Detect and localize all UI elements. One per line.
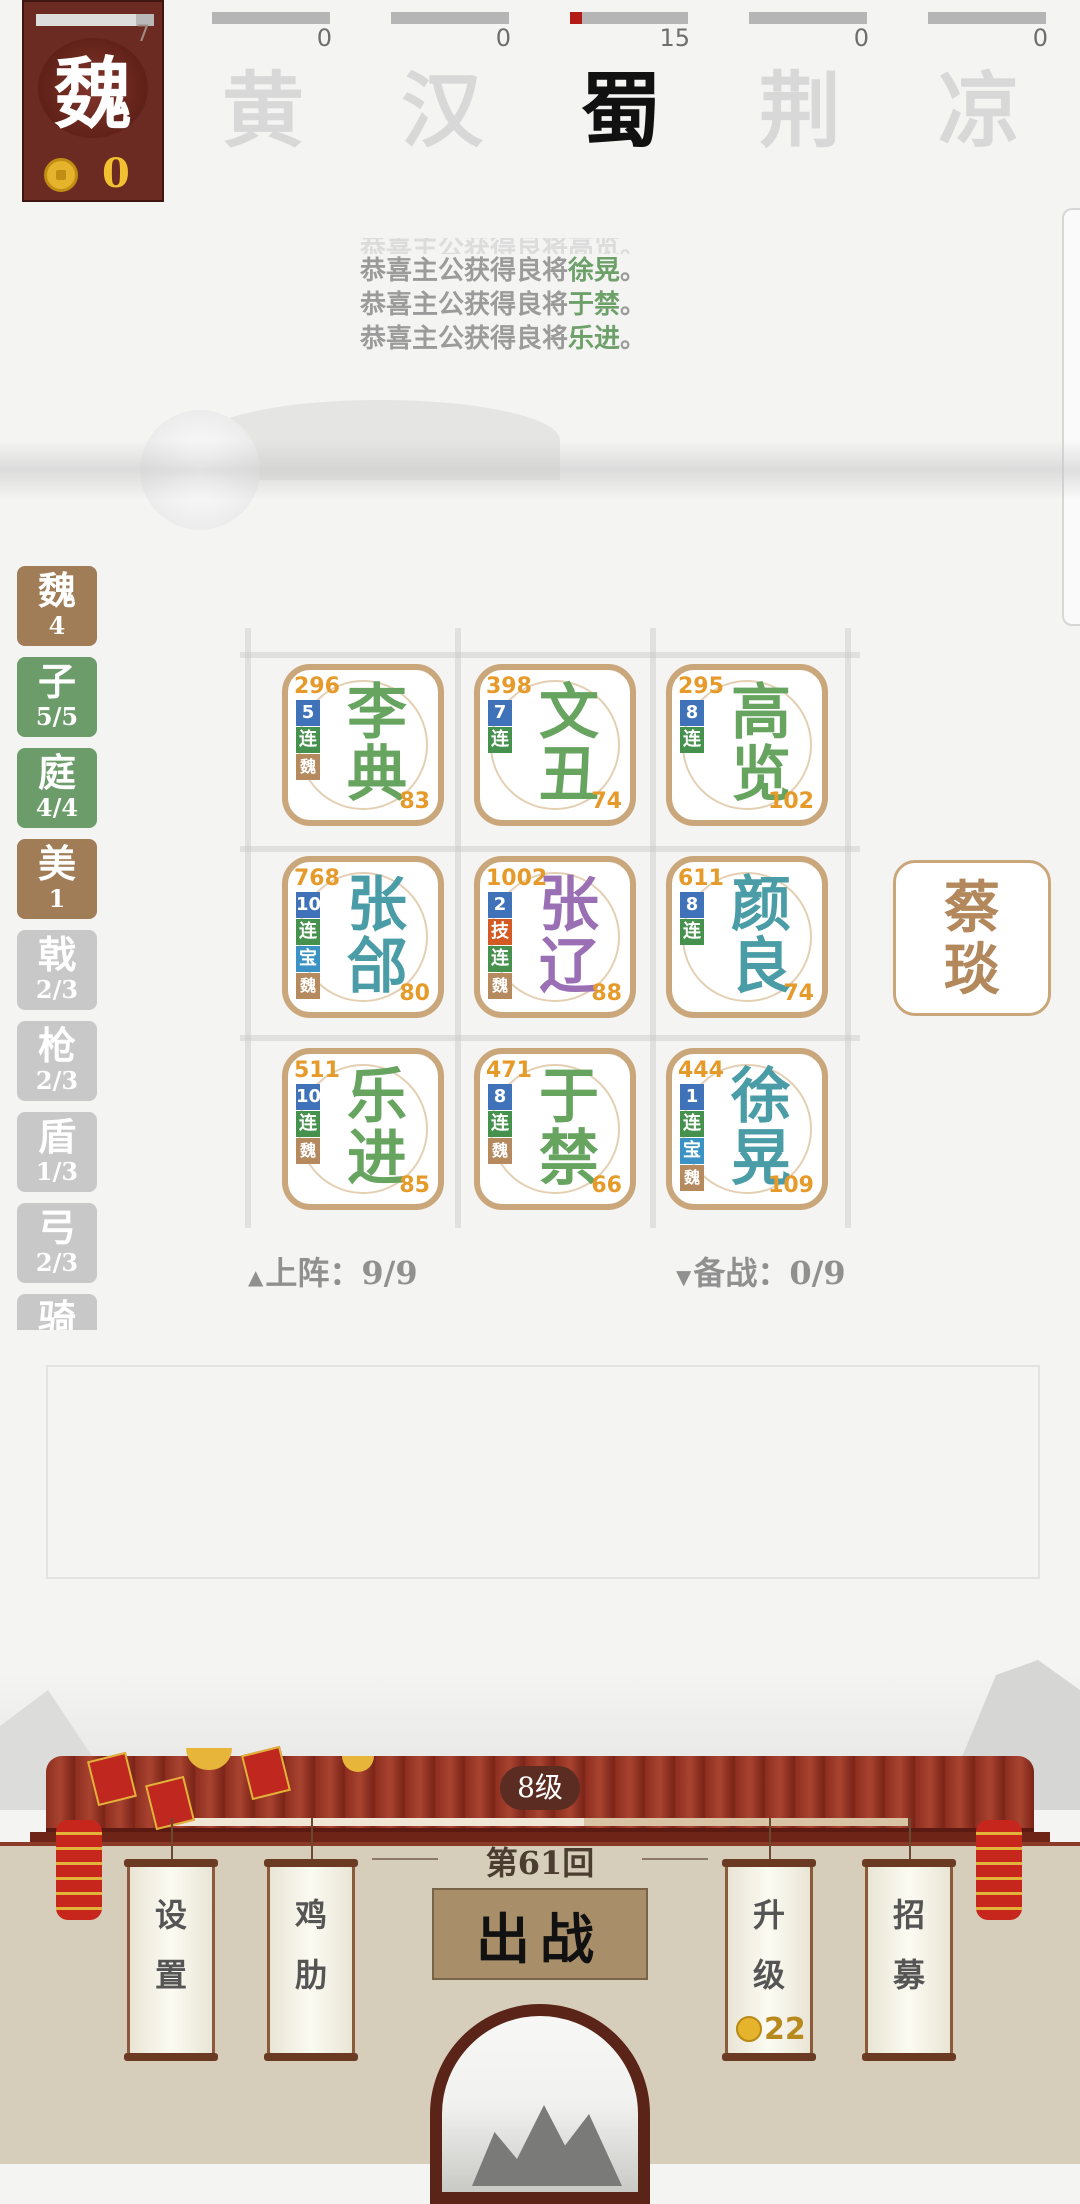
general-level: 80 bbox=[399, 981, 430, 1006]
general-name: 李典 bbox=[347, 678, 407, 810]
firecracker-icon bbox=[976, 1820, 1022, 1920]
synergy-tag-ji[interactable]: 戟 2/3 bbox=[17, 930, 97, 1010]
general-name: 乐进 bbox=[347, 1062, 407, 1194]
faction-count: 0 bbox=[495, 24, 511, 52]
synergy-tag-dun[interactable]: 盾 1/3 bbox=[17, 1112, 97, 1192]
round-counter: 第61回 bbox=[372, 1838, 708, 1884]
faction-name: 汉 bbox=[401, 63, 484, 159]
active-lineup-counter: ▲上阵：9/9 bbox=[248, 1254, 418, 1292]
general-card-zhang-liao[interactable]: 1002 2 技 连3 魏 张辽 88 bbox=[474, 856, 636, 1018]
general-name: 张郃 bbox=[347, 870, 407, 1002]
general-name: 高览 bbox=[731, 678, 791, 810]
general-level: 102 bbox=[768, 789, 814, 814]
bench-general-cai-yan[interactable]: 蔡琰 bbox=[893, 860, 1051, 1016]
firecracker-icon bbox=[56, 1820, 102, 1920]
faction-name: 黄 bbox=[222, 63, 305, 159]
battle-button[interactable]: 出战 bbox=[432, 1888, 648, 1980]
faction-bar bbox=[570, 12, 688, 24]
notification-line: 恭喜主公获得良将于禁。 bbox=[360, 290, 647, 320]
general-card-yue-jin[interactable]: 511 10 连3 魏 乐进 85 bbox=[282, 1048, 444, 1210]
side-drawer-handle[interactable] bbox=[1062, 208, 1080, 626]
general-card-zhang-he[interactable]: 768 10 连2 宝 魏 张郃 80 bbox=[282, 856, 444, 1018]
synergy-tag-qiang[interactable]: 枪 2/3 bbox=[17, 1021, 97, 1101]
hanging-string bbox=[311, 1818, 313, 1864]
general-card-xu-huang[interactable]: 444 1 连2 宝 魏 徐晃 109 bbox=[666, 1048, 828, 1210]
settings-button[interactable]: 设置 bbox=[124, 1859, 218, 2061]
faction-count: 0 bbox=[316, 24, 332, 52]
faction-name: 蜀 bbox=[580, 63, 663, 159]
general-name: 文丑 bbox=[539, 678, 599, 810]
notification-line: 恭喜主公获得良将高览。 bbox=[360, 238, 647, 254]
notification-line: 恭喜主公获得良将徐晃。 bbox=[360, 256, 647, 286]
general-level: 74 bbox=[783, 981, 814, 1006]
gold-coin-icon bbox=[44, 158, 78, 192]
grid-line bbox=[240, 846, 860, 852]
hanging-string bbox=[909, 1818, 911, 1864]
general-level: 85 bbox=[399, 1173, 430, 1198]
faction-huang[interactable]: 0 黄 bbox=[212, 10, 332, 159]
general-level: 109 bbox=[768, 1173, 814, 1198]
synergy-tag-qi[interactable]: 骑 bbox=[17, 1294, 97, 1330]
chicken-rib-button[interactable]: 鸡肋 bbox=[264, 1859, 358, 2061]
synergy-tag-mei[interactable]: 美1 bbox=[17, 839, 97, 919]
hanging-string bbox=[769, 1818, 771, 1864]
triangle-down-icon: ▼ bbox=[676, 1265, 692, 1289]
gold-coin-icon bbox=[736, 2016, 762, 2042]
general-name: 张辽 bbox=[539, 870, 599, 1002]
player-faction-seal: 魏 bbox=[38, 38, 148, 140]
synergy-tag-wei[interactable]: 魏4 bbox=[17, 566, 97, 646]
grid-line bbox=[240, 1035, 860, 1041]
hanging-string bbox=[171, 1818, 173, 1864]
faction-han[interactable]: 0 汉 bbox=[391, 10, 511, 159]
faction-bar bbox=[928, 12, 1046, 24]
recruit-button[interactable]: 招募 bbox=[862, 1859, 956, 2061]
faction-bar bbox=[391, 12, 509, 24]
faction-shu[interactable]: 15 蜀 bbox=[570, 10, 690, 159]
reserve-lineup-counter: ▼备战：0/9 bbox=[676, 1254, 846, 1292]
level-badge: 8级 bbox=[500, 1766, 580, 1810]
faction-count: 0 bbox=[853, 24, 869, 52]
general-card-gao-lan[interactable]: 295 8 连 高览 102 bbox=[666, 664, 828, 826]
notification-log: 恭喜主公获得良将高览。 恭喜主公获得良将徐晃。 恭喜主公获得良将于禁。 恭喜主公… bbox=[360, 238, 700, 356]
general-level: 83 bbox=[399, 789, 430, 814]
general-name: 徐晃 bbox=[731, 1062, 791, 1194]
general-card-yu-jin[interactable]: 471 8 连2 魏 于禁 66 bbox=[474, 1048, 636, 1210]
player-faction-panel[interactable]: 7 魏 0 bbox=[22, 0, 164, 202]
player-faction-count: 7 bbox=[136, 22, 150, 47]
faction-liang[interactable]: 0 凉 bbox=[928, 10, 1048, 159]
faction-bar bbox=[749, 12, 867, 24]
grid-line bbox=[845, 628, 851, 1228]
grid-line bbox=[240, 652, 860, 658]
upgrade-cost: 22 bbox=[736, 2012, 806, 2047]
grid-line bbox=[245, 628, 251, 1228]
level-progress-bar bbox=[172, 1818, 908, 1826]
notification-line: 恭喜主公获得良将乐进。 bbox=[360, 324, 647, 354]
upgrade-button[interactable]: 升级 22 bbox=[722, 1859, 816, 2061]
general-level: 88 bbox=[591, 981, 622, 1006]
synergy-tag-gong[interactable]: 弓 2/3 bbox=[17, 1203, 97, 1283]
mist-decoration bbox=[0, 440, 1080, 500]
general-level: 74 bbox=[591, 789, 622, 814]
general-name: 于禁 bbox=[539, 1062, 599, 1194]
faction-count: 15 bbox=[659, 24, 690, 52]
grid-line bbox=[455, 628, 461, 1228]
faction-count: 0 bbox=[1032, 24, 1048, 52]
general-card-wen-chou[interactable]: 398 7 连 文丑 74 bbox=[474, 664, 636, 826]
faction-name: 凉 bbox=[938, 63, 1021, 159]
general-name: 颜良 bbox=[731, 870, 791, 1002]
synergy-tag-zi[interactable]: 子 5/5 bbox=[17, 657, 97, 737]
general-level: 66 bbox=[591, 1173, 622, 1198]
general-card-li-dian[interactable]: 296 5 连 魏 李典 83 bbox=[282, 664, 444, 826]
faction-name: 荆 bbox=[759, 63, 842, 159]
grid-line bbox=[650, 628, 656, 1228]
general-card-yan-liang[interactable]: 611 8 连 颜良 74 bbox=[666, 856, 828, 1018]
landscape-painting bbox=[472, 2105, 622, 2186]
faction-bar bbox=[212, 12, 330, 24]
triangle-up-icon: ▲ bbox=[248, 1265, 264, 1289]
player-gold: 0 bbox=[102, 150, 130, 197]
reserve-area[interactable] bbox=[46, 1365, 1040, 1579]
faction-jing[interactable]: 0 荆 bbox=[749, 10, 869, 159]
synergy-tag-ting[interactable]: 庭 4/4 bbox=[17, 748, 97, 828]
